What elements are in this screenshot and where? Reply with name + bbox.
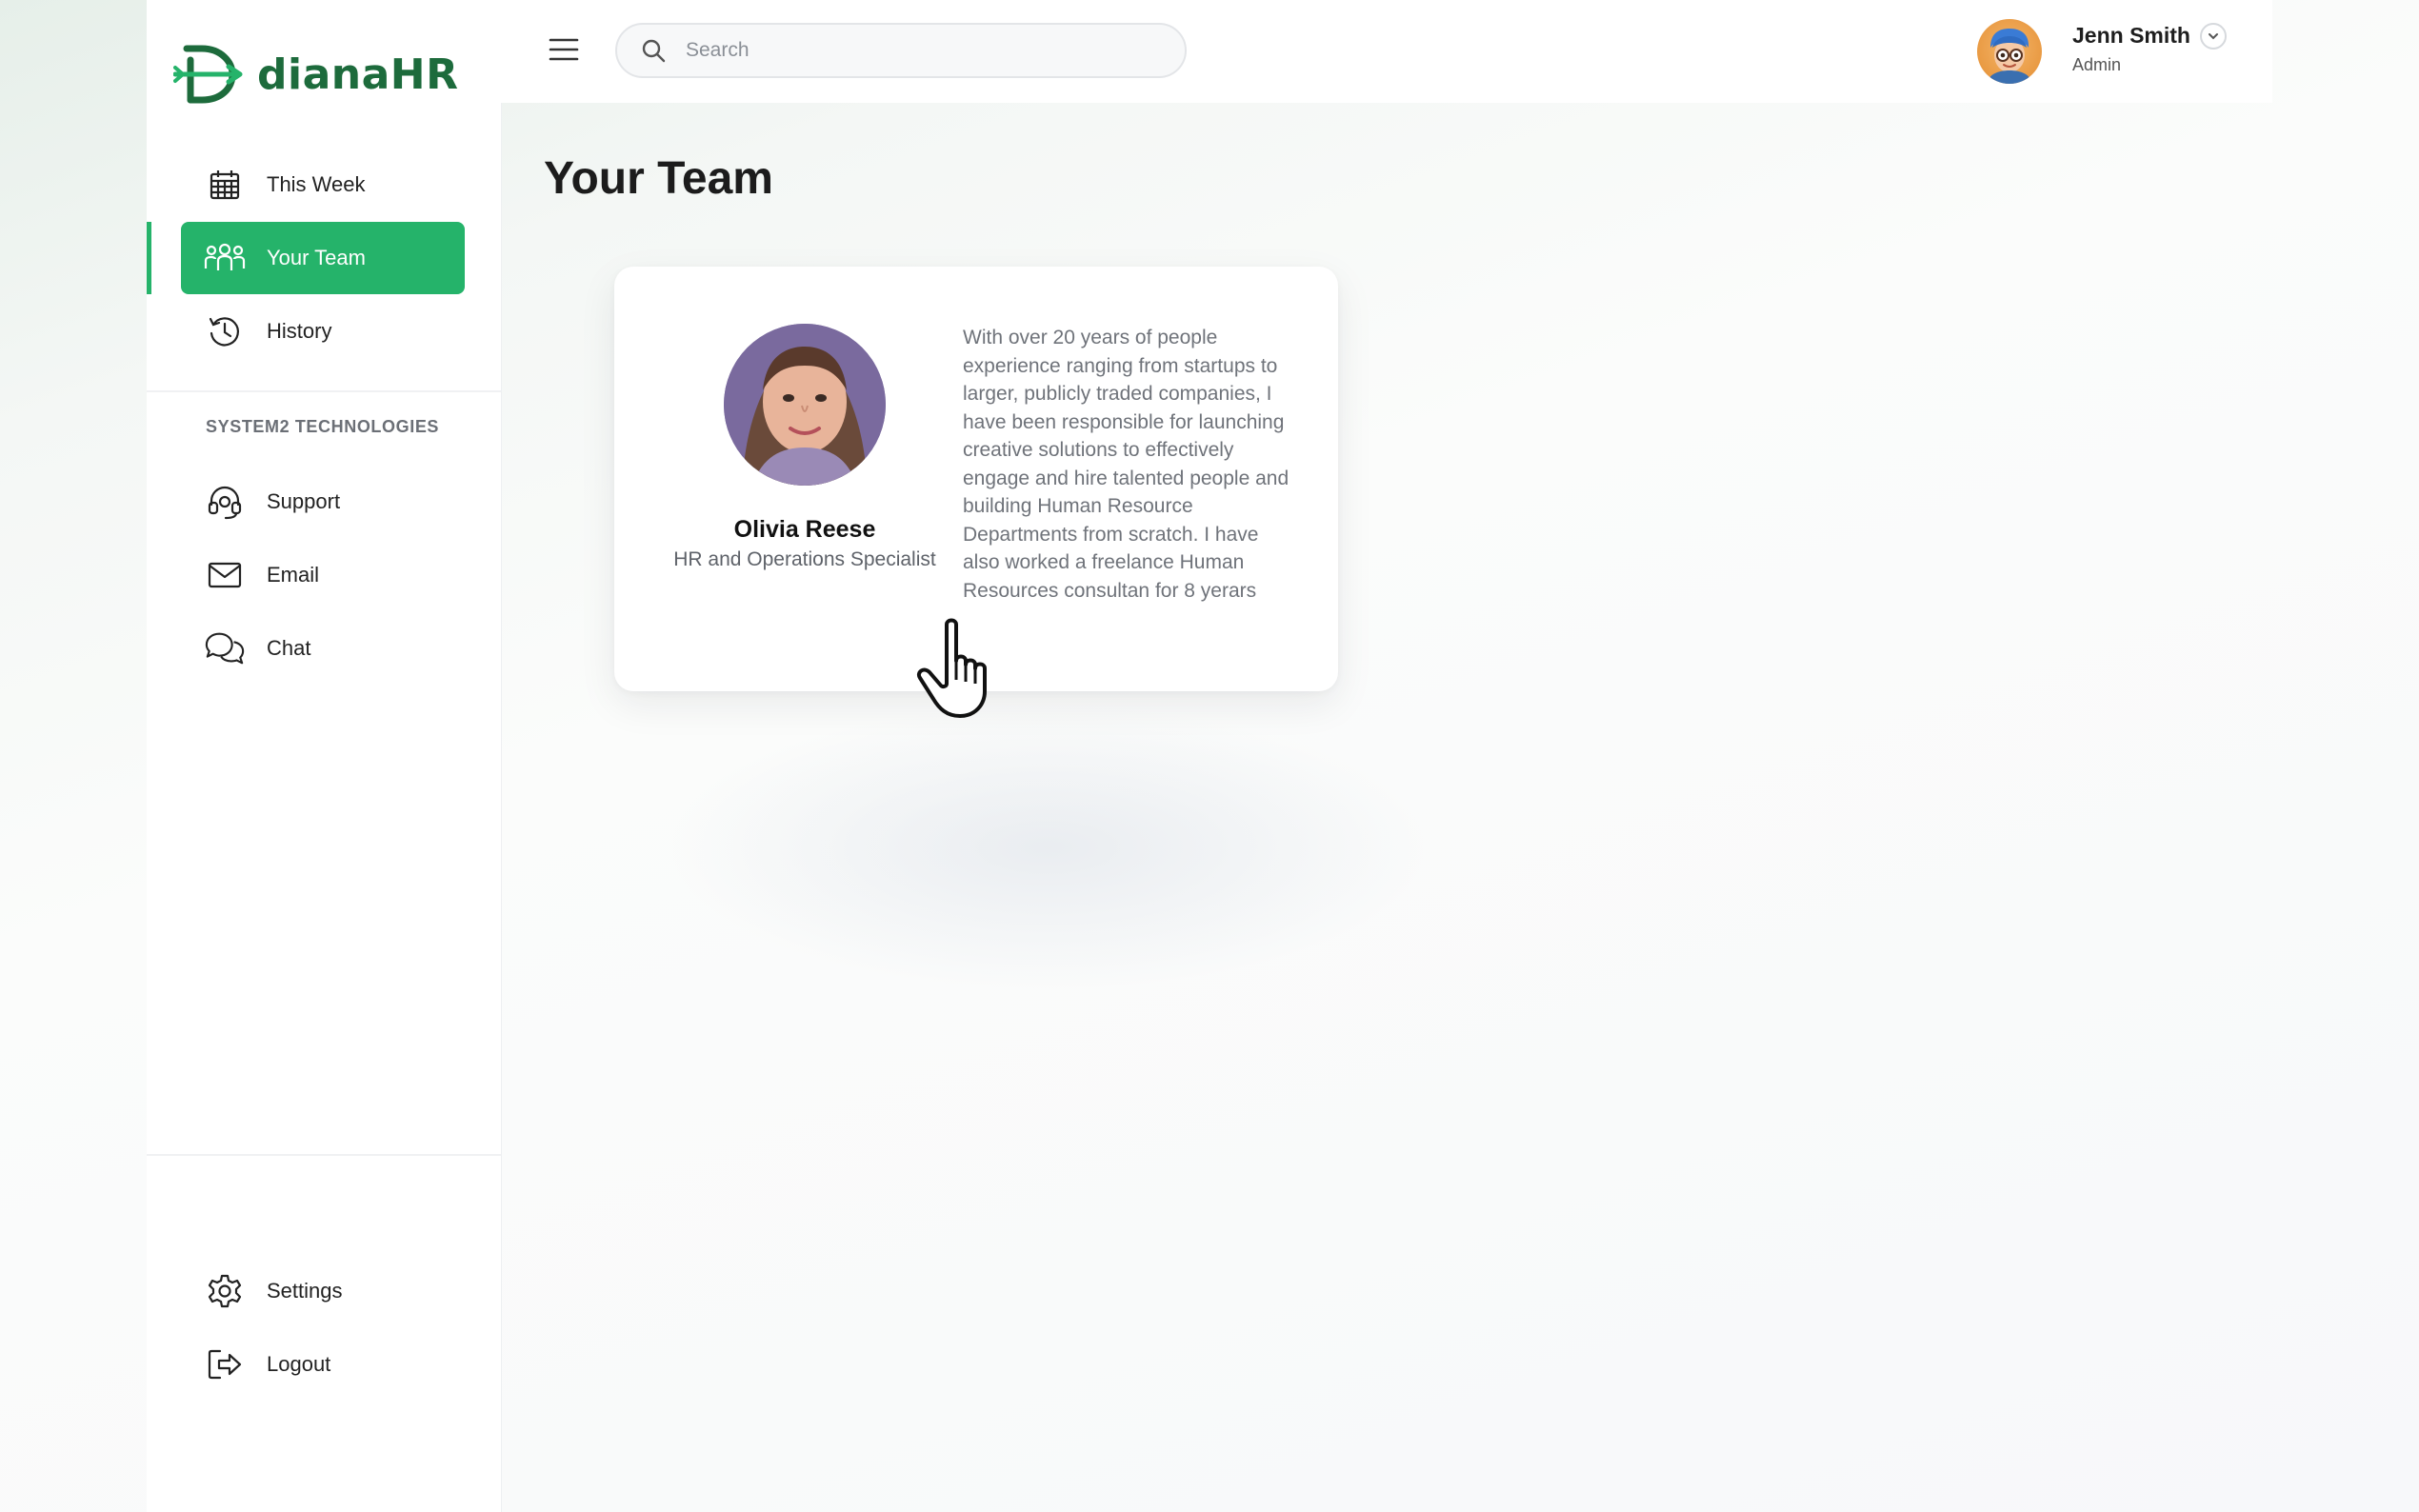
- user-role: Admin: [2072, 55, 2122, 74]
- nav-chat[interactable]: Chat: [181, 612, 465, 685]
- top-bar: Jenn Smith Admin: [501, 0, 2272, 103]
- team-icon: [204, 237, 246, 279]
- menu-toggle-button[interactable]: [545, 32, 583, 67]
- nav-email[interactable]: Email: [181, 539, 465, 611]
- history-icon: [204, 310, 246, 352]
- chat-icon: [204, 627, 246, 669]
- calendar-icon: [204, 164, 246, 206]
- avatar[interactable]: [1977, 19, 2042, 84]
- member-bio: With over 20 years of people experience …: [963, 327, 1289, 602]
- nav-your-team[interactable]: Your Team: [181, 222, 465, 294]
- app-name: dianaHR: [257, 50, 459, 99]
- search-icon: [642, 39, 666, 63]
- nav-label: Logout: [267, 1352, 331, 1376]
- card-backdrop: [667, 705, 1429, 990]
- nav-support[interactable]: Support: [181, 466, 465, 538]
- member-photo-icon: [724, 324, 886, 486]
- nav-label: This Week: [267, 172, 366, 196]
- member-avatar: [724, 324, 886, 486]
- nav-history[interactable]: History: [181, 295, 465, 368]
- search-input[interactable]: [684, 38, 1145, 63]
- headset-icon: [204, 481, 246, 523]
- gear-icon: [204, 1270, 246, 1312]
- logout-icon: [204, 1343, 246, 1385]
- nav-label: History: [267, 319, 332, 343]
- hamburger-icon: [549, 38, 579, 61]
- divider: [147, 1154, 501, 1156]
- logo-icon: [173, 45, 243, 104]
- nav-label: Email: [267, 563, 320, 587]
- active-indicator: [147, 222, 151, 294]
- user-menu-button[interactable]: [2200, 23, 2227, 50]
- sidebar: dianaHR This Week Your Team History SYST…: [147, 0, 502, 1512]
- chevron-down-icon: [2209, 33, 2218, 40]
- user-avatar-icon: [1987, 29, 2032, 84]
- nav-label: Settings: [267, 1279, 343, 1303]
- nav-label: Chat: [267, 636, 311, 660]
- app-logo[interactable]: dianaHR: [173, 36, 459, 112]
- hand-cursor-icon: [914, 617, 1006, 722]
- member-role: HR and Operations Specialist: [673, 548, 936, 570]
- nav-this-week[interactable]: This Week: [181, 149, 465, 221]
- nav-settings[interactable]: Settings: [181, 1255, 465, 1327]
- mail-icon: [204, 554, 246, 596]
- user-name[interactable]: Jenn Smith: [2072, 23, 2190, 49]
- nav-logout[interactable]: Logout: [181, 1328, 465, 1401]
- nav-label: Support: [267, 489, 341, 513]
- nav-label: Your Team: [267, 246, 366, 269]
- section-label: SYSTEM2 TECHNOLOGIES: [206, 417, 440, 436]
- member-name: Olivia Reese: [733, 516, 876, 543]
- search-bar[interactable]: [615, 23, 1187, 78]
- divider: [147, 390, 501, 392]
- page-title: Your Team: [544, 153, 773, 204]
